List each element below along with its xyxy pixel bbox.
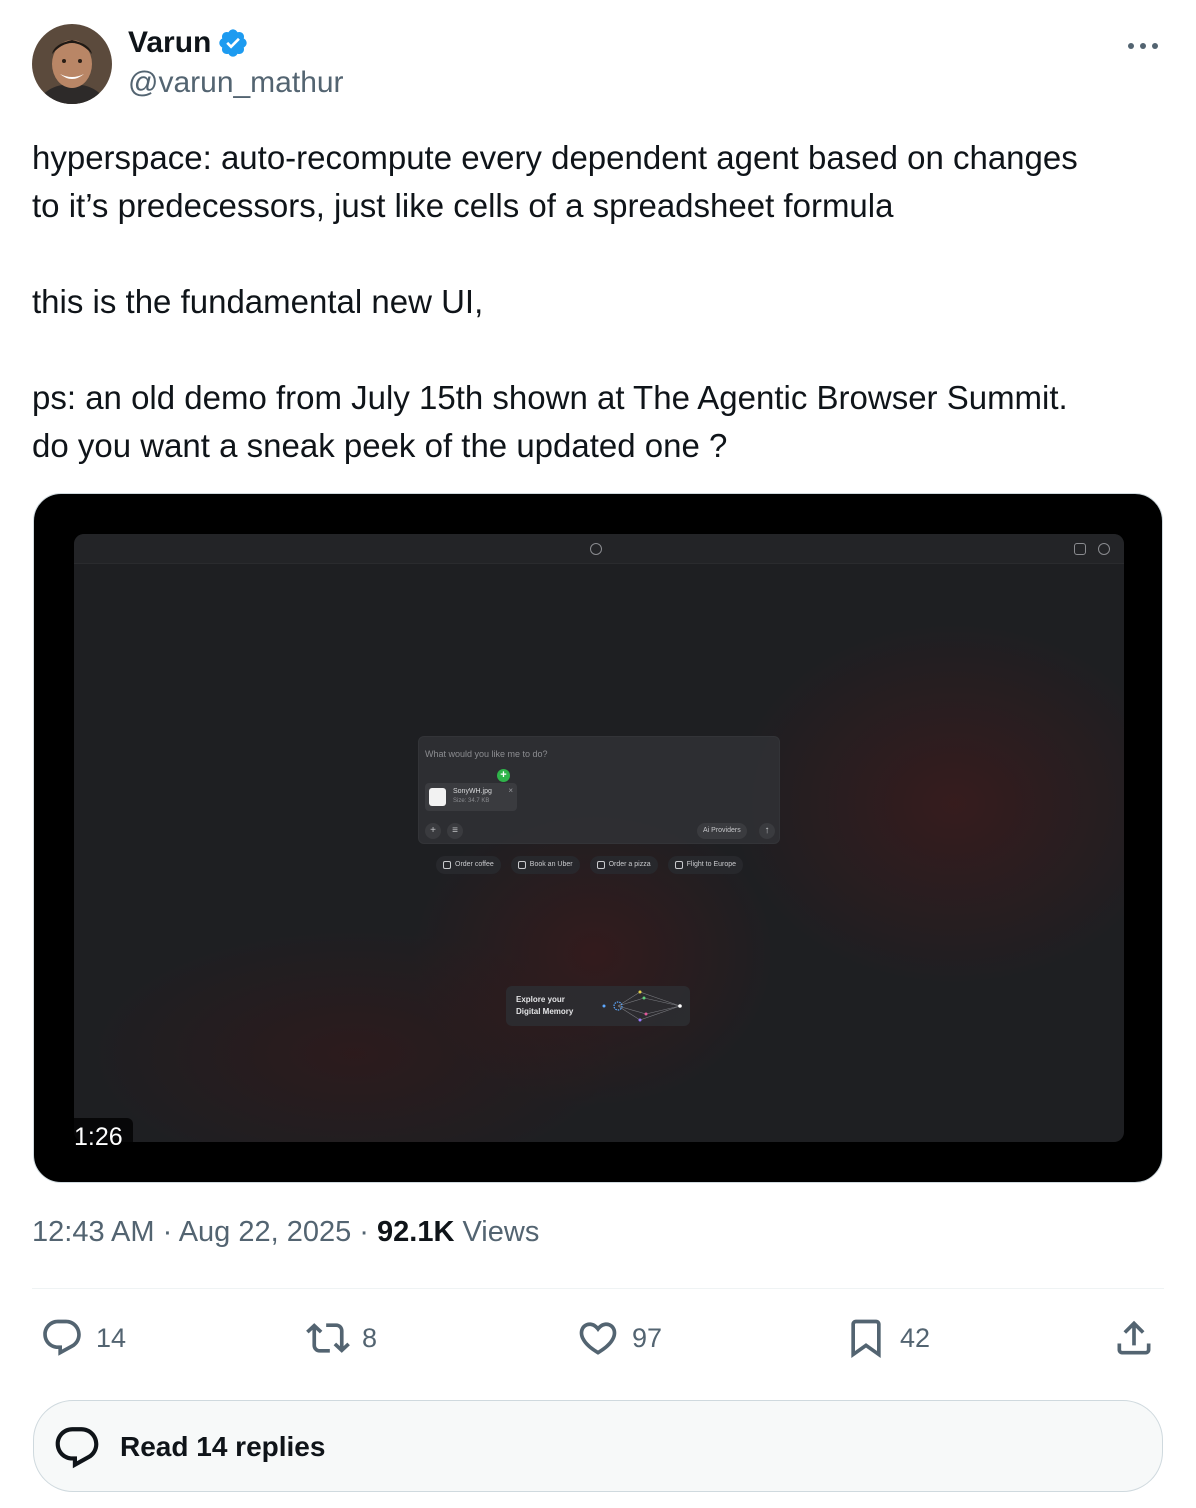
digital-memory-card: Explore your Digital Memory bbox=[506, 986, 690, 1026]
bell-icon bbox=[1074, 543, 1086, 555]
tweet-line: ps: an old demo from July 15th shown at … bbox=[32, 379, 1068, 416]
coffee-icon bbox=[443, 861, 451, 869]
share-button[interactable] bbox=[1112, 1316, 1156, 1360]
divider bbox=[32, 1288, 1164, 1289]
suggestion-label: Book an Uber bbox=[529, 861, 573, 868]
bookmark-button[interactable]: 42 bbox=[844, 1316, 930, 1360]
car-icon bbox=[517, 861, 526, 869]
plane-icon bbox=[674, 861, 683, 869]
share-icon bbox=[1117, 1320, 1151, 1355]
tweet-meta: 12:43 AM · Aug 22, 2025 · 92.1K Views bbox=[32, 1216, 540, 1248]
video-frame: What would you like me to do? + SonyWH.j… bbox=[74, 534, 1124, 1142]
avatar[interactable] bbox=[32, 24, 112, 104]
prompt-box: What would you like me to do? + SonyWH.j… bbox=[418, 736, 780, 844]
repost-button[interactable]: 8 bbox=[306, 1316, 377, 1360]
attachment-chip: SonyWH.jpg Size: 34.7 KB × bbox=[425, 783, 517, 811]
display-name[interactable]: Varun bbox=[128, 26, 211, 60]
reply-button[interactable]: 14 bbox=[40, 1316, 126, 1360]
tweet-line: do you want a sneak peek of the updated … bbox=[32, 427, 728, 464]
ai-providers-button: Ai Providers bbox=[697, 823, 747, 839]
suggestion-chip: Order a pizza bbox=[589, 856, 658, 874]
memory-line: Digital Memory bbox=[516, 1007, 574, 1016]
memory-label: Explore your Digital Memory bbox=[516, 994, 573, 1018]
bookmark-icon bbox=[851, 1319, 881, 1359]
tweet-line: to it’s predecessors, just like cells of… bbox=[32, 187, 894, 224]
bookmark-count: 42 bbox=[900, 1322, 931, 1353]
suggestion-chip: Order coffee bbox=[436, 856, 501, 874]
profile-icon bbox=[1098, 543, 1110, 555]
video-duration: 1:26 bbox=[64, 1118, 133, 1156]
tweet-line: hyperspace: auto-recompute every depende… bbox=[32, 139, 1078, 176]
reply-icon bbox=[43, 1319, 81, 1356]
handle[interactable]: @varun_mathur bbox=[128, 66, 344, 100]
file-thumbnail-icon bbox=[429, 788, 446, 806]
attachment-name: SonyWH.jpg bbox=[453, 788, 492, 795]
verified-badge-icon bbox=[217, 27, 249, 59]
read-replies-label: Read 14 replies bbox=[120, 1431, 326, 1462]
like-button[interactable]: 97 bbox=[576, 1316, 662, 1360]
suggestion-label: Flight to Europe bbox=[686, 861, 737, 868]
video-player[interactable]: What would you like me to do? + SonyWH.j… bbox=[33, 493, 1163, 1183]
suggestions-row: Order coffee Book an Uber Order a pizza … bbox=[436, 856, 744, 874]
add-cursor-icon: + bbox=[497, 769, 510, 782]
tweet-date[interactable]: Aug 22, 2025 bbox=[179, 1216, 352, 1248]
repost-icon bbox=[306, 1323, 350, 1353]
conversation-icon bbox=[55, 1427, 99, 1469]
network-graph-icon bbox=[602, 990, 682, 1022]
tweet-header: Varun @varun_mathur bbox=[32, 24, 1164, 104]
like-count: 97 bbox=[632, 1322, 663, 1353]
pizza-icon bbox=[596, 861, 605, 869]
settings-sliders-icon: ≡ bbox=[447, 823, 463, 839]
heart-icon bbox=[579, 1322, 617, 1355]
views-label: Views bbox=[462, 1216, 540, 1248]
more-options-icon[interactable] bbox=[1126, 36, 1160, 56]
attachment-size: Size: 34.7 KB bbox=[453, 798, 490, 804]
tweet-line: this is the fundamental new UI, bbox=[32, 283, 484, 320]
plus-icon: + bbox=[425, 823, 441, 839]
history-icon bbox=[590, 543, 602, 555]
suggestion-label: Order coffee bbox=[455, 861, 494, 868]
repost-count: 8 bbox=[362, 1322, 378, 1353]
send-arrow-icon: ↑ bbox=[759, 823, 775, 839]
suggestion-label: Order a pizza bbox=[608, 861, 651, 868]
reply-count: 14 bbox=[96, 1322, 127, 1353]
read-replies-button[interactable]: Read 14 replies bbox=[33, 1400, 1163, 1492]
app-topbar bbox=[74, 534, 1124, 564]
tweet-text: hyperspace: auto-recompute every depende… bbox=[32, 134, 1162, 470]
views-count: 92.1K bbox=[377, 1216, 455, 1248]
close-icon: × bbox=[508, 786, 513, 795]
prompt-placeholder: What would you like me to do? bbox=[425, 749, 548, 759]
suggestion-chip: Book an Uber bbox=[510, 856, 580, 874]
suggestion-chip: Flight to Europe bbox=[667, 856, 744, 874]
tweet-time[interactable]: 12:43 AM bbox=[32, 1216, 155, 1248]
memory-line: Explore your bbox=[516, 995, 565, 1004]
